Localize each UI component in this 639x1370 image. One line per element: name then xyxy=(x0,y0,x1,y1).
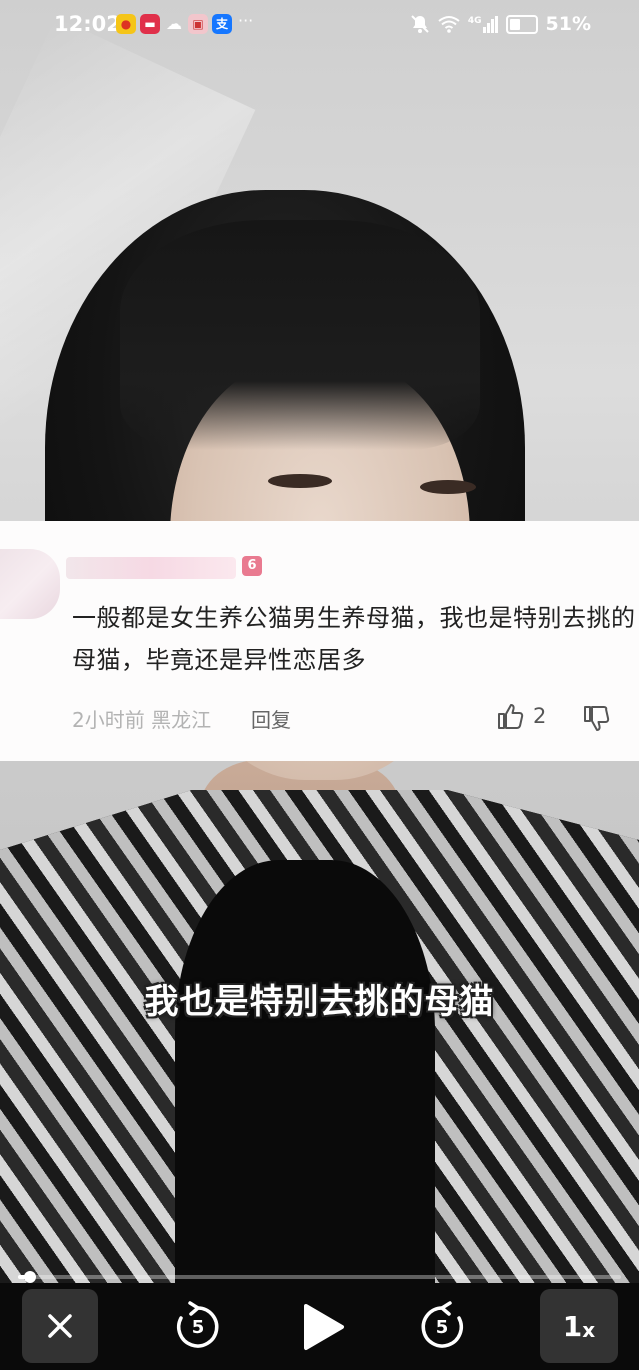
close-button[interactable] xyxy=(22,1289,98,1363)
comment-time-location: 2小时前 黑龙江 xyxy=(72,708,212,732)
reply-button[interactable]: 回复 xyxy=(251,704,291,733)
red-app-icon: ▬ xyxy=(140,14,160,34)
thumbs-up-icon[interactable] xyxy=(496,701,526,731)
battery-percent: 51% xyxy=(545,13,591,35)
thumbs-down-icon[interactable] xyxy=(582,704,612,734)
comment-text: 一般都是女生养公猫男生养母猫，我也是特别去挑的母猫，毕竟还是异性恋居多 xyxy=(72,604,636,674)
mute-bell-icon xyxy=(411,15,429,33)
username-blurred[interactable] xyxy=(66,557,236,579)
network-type: 4G xyxy=(467,15,482,26)
progress-bar[interactable] xyxy=(18,1271,621,1283)
alipay-icon: 支 xyxy=(212,14,232,34)
speed-suffix: x xyxy=(582,1318,596,1342)
person-bangs xyxy=(120,220,480,450)
status-time: 12:02 xyxy=(54,12,121,36)
black-tshirt xyxy=(175,860,435,1283)
playback-speed-button[interactable]: 1x xyxy=(540,1289,618,1363)
progress-handle[interactable] xyxy=(24,1271,37,1283)
cellular-signal-icon: 4G xyxy=(467,15,498,33)
person-right-eye xyxy=(420,480,476,494)
level-badge: 6 xyxy=(242,556,262,576)
battery-level xyxy=(509,18,520,30)
player-controls: 5 5 1x xyxy=(0,1283,639,1370)
comment-card[interactable]: 6 一般都是女生养公猫男生养母猫，我也是特别去挑的母猫，毕竟还是异性恋居多 2小… xyxy=(0,521,639,761)
notification-icons: ● ▬ ☁ ▣ 支 ··· xyxy=(116,11,254,34)
avatar[interactable] xyxy=(0,549,60,619)
rewind-button[interactable]: 5 xyxy=(170,1299,226,1355)
rewind-seconds: 5 xyxy=(191,1316,205,1338)
wechat-icon: ☁ xyxy=(166,14,182,33)
status-bar: 12:02 ● ▬ ☁ ▣ 支 ··· 4G 51% xyxy=(0,0,639,52)
close-icon xyxy=(48,1314,72,1338)
forward-seconds: 5 xyxy=(435,1316,449,1338)
video-subtitle: 我也是特别去挑的母猫 xyxy=(144,982,495,1022)
battery-icon xyxy=(505,14,538,34)
play-icon xyxy=(304,1304,344,1350)
system-icons: 4G 51% xyxy=(410,13,591,35)
more-notifications-icon: ··· xyxy=(238,11,254,30)
weibo-icon: ● xyxy=(116,14,136,34)
wifi-icon xyxy=(438,16,460,33)
forward-button[interactable]: 5 xyxy=(414,1299,470,1355)
like-count: 2 xyxy=(533,704,547,728)
speed-value: 1 xyxy=(562,1309,583,1343)
person-left-eye xyxy=(268,474,332,488)
box-app-icon: ▣ xyxy=(188,14,208,34)
play-button[interactable] xyxy=(292,1297,352,1357)
